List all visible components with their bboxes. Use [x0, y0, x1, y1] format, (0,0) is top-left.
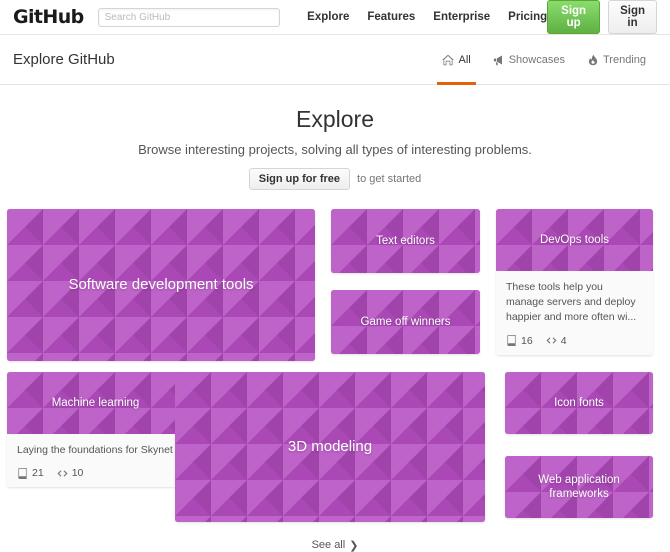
- card-body: These tools help you manage servers and …: [496, 271, 653, 355]
- showcase-card-3d-modeling[interactable]: 3D modeling: [175, 372, 485, 522]
- primary-nav: Explore Features Enterprise Pricing: [307, 0, 547, 35]
- hero-subtitle: Browse interesting projects, solving all…: [138, 142, 532, 157]
- card-body: Laying the foundations for Skynet 21 10: [7, 434, 184, 488]
- card-title: Web application frameworks: [538, 473, 620, 500]
- flame-icon: [587, 54, 599, 66]
- showcase-card-grid: Software development tools Text editors …: [0, 204, 670, 529]
- showcase-card-devops-tools[interactable]: DevOps tools These tools help you manage …: [496, 209, 653, 355]
- code-icon: [546, 335, 557, 346]
- repo-count-value: 21: [32, 467, 44, 480]
- tab-showcases[interactable]: Showcases: [482, 35, 576, 84]
- sign-in-button[interactable]: Sign in: [608, 0, 657, 34]
- hero-title: Explore: [296, 106, 374, 132]
- card-title: 3D modeling: [287, 437, 373, 455]
- language-count-value: 4: [560, 334, 567, 347]
- github-logo[interactable]: GitHub: [13, 6, 84, 28]
- card-title: Machine learning: [51, 396, 140, 409]
- card-thumbnail: Icon fonts: [505, 372, 653, 434]
- repo-icon: [17, 467, 28, 479]
- nav-link-explore[interactable]: Explore: [307, 0, 349, 35]
- page-title: Explore GitHub: [13, 51, 115, 68]
- search-input[interactable]: [97, 7, 281, 27]
- card-thumbnail: Web application frameworks: [505, 456, 653, 518]
- language-count-stat: 4: [546, 335, 567, 347]
- showcase-card-web-application-frameworks[interactable]: Web application frameworks: [505, 456, 653, 518]
- repo-count-stat: 16: [506, 335, 533, 347]
- card-title: Game off winners: [360, 315, 451, 328]
- hero-section: Explore Browse interesting projects, sol…: [0, 85, 670, 204]
- language-count-value: 10: [71, 467, 84, 480]
- card-thumbnail: Game off winners: [331, 290, 480, 354]
- sign-up-for-free-button[interactable]: Sign up for free: [248, 168, 351, 190]
- code-icon: [57, 468, 68, 479]
- repo-count-value: 16: [521, 334, 533, 347]
- showcase-card-software-development-tools[interactable]: Software development tools: [7, 209, 315, 361]
- hero-cta-row: Sign up for free to get started: [0, 168, 670, 190]
- repo-count-stat: 21: [17, 467, 44, 479]
- top-navigation-bar: GitHub Explore Features Enterprise Prici…: [0, 0, 670, 35]
- card-description: These tools help you manage servers and …: [506, 281, 637, 324]
- language-count-stat: 10: [57, 467, 84, 480]
- showcase-card-machine-learning[interactable]: Machine learning Laying the foundations f…: [7, 372, 184, 488]
- card-title: Icon fonts: [554, 396, 604, 409]
- home-icon: [442, 54, 455, 66]
- card-stats: 16 4: [506, 335, 643, 347]
- tab-trending[interactable]: Trending: [576, 35, 657, 84]
- nav-link-features[interactable]: Features: [367, 0, 415, 35]
- chevron-right-icon: ❯: [349, 539, 359, 552]
- see-all-link[interactable]: See all ❯: [312, 539, 359, 552]
- megaphone-icon: [493, 54, 505, 66]
- account-actions: Sign up Sign in: [547, 0, 657, 34]
- nav-link-enterprise[interactable]: Enterprise: [433, 0, 490, 35]
- tab-all-label: All: [458, 53, 471, 66]
- repo-icon: [506, 335, 517, 347]
- card-title: Text editors: [376, 234, 435, 247]
- card-thumbnail: DevOps tools: [496, 209, 653, 271]
- card-thumbnail: Software development tools: [7, 209, 315, 361]
- tab-trending-label: Trending: [602, 53, 646, 66]
- hero-cta-note: to get started: [357, 173, 422, 185]
- card-thumbnail: 3D modeling: [175, 372, 485, 522]
- showcase-card-text-editors[interactable]: Text editors: [331, 209, 480, 273]
- explore-tabs: All Showcases Trending: [431, 35, 657, 85]
- explore-subheader: Explore GitHub All Showcases Trending: [0, 35, 670, 85]
- card-title: DevOps tools: [539, 233, 610, 246]
- grid-footer: See all ❯: [0, 529, 670, 552]
- nav-link-pricing[interactable]: Pricing: [508, 0, 547, 35]
- tab-showcases-label: Showcases: [508, 53, 565, 66]
- card-description: Laying the foundations for Skynet: [17, 444, 173, 456]
- showcase-card-icon-fonts[interactable]: Icon fonts: [505, 372, 653, 434]
- card-title: Software development tools: [68, 275, 254, 293]
- card-stats: 21 10: [17, 467, 174, 479]
- showcase-card-game-off-winners[interactable]: Game off winners: [331, 290, 480, 354]
- card-thumbnail: Machine learning: [7, 372, 184, 434]
- sign-up-button[interactable]: Sign up: [547, 0, 601, 34]
- tab-all[interactable]: All: [431, 35, 481, 85]
- card-thumbnail: Text editors: [331, 209, 480, 273]
